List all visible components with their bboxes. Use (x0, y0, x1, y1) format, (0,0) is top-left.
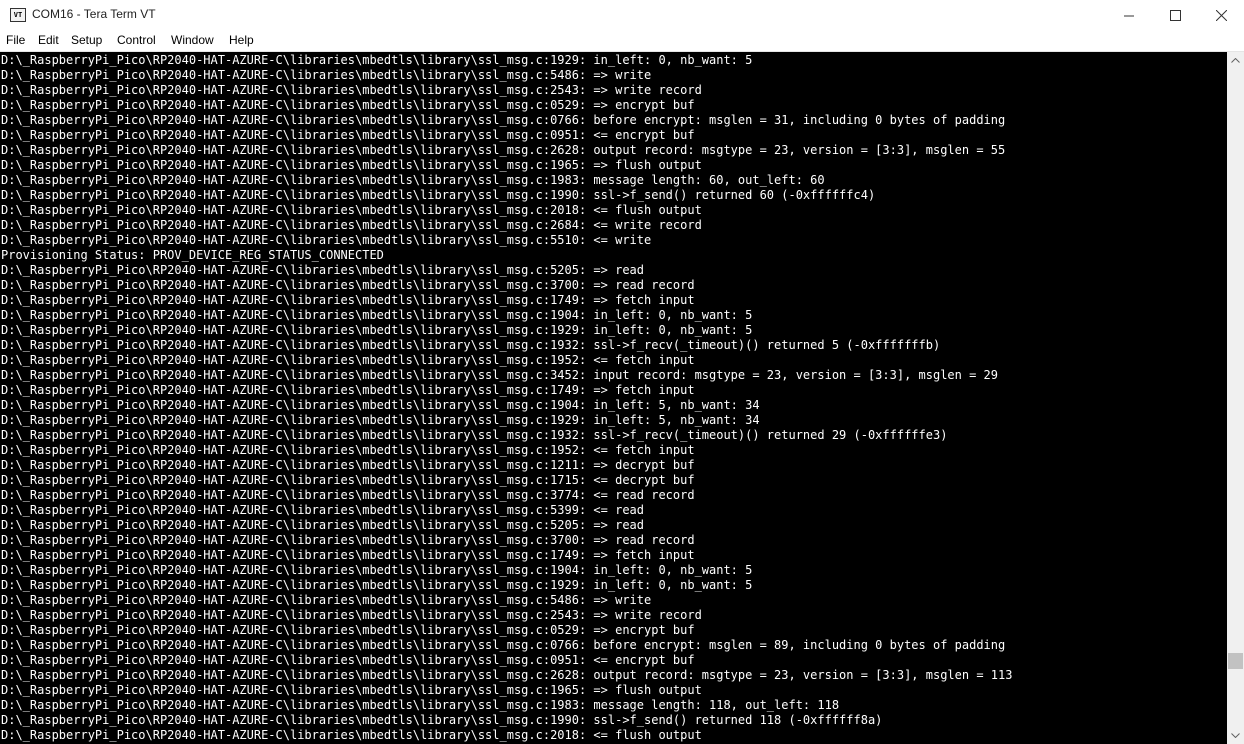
terminal-line: D:\_RaspberryPi_Pico\RP2040-HAT-AZURE-C\… (1, 113, 1006, 127)
terminal-line: D:\_RaspberryPi_Pico\RP2040-HAT-AZURE-C\… (1, 383, 695, 397)
terminal-line: D:\_RaspberryPi_Pico\RP2040-HAT-AZURE-C\… (1, 158, 702, 172)
maximize-icon (1169, 10, 1181, 21)
scroll-thumb[interactable] (1228, 653, 1243, 669)
menu-control[interactable]: Control (117, 33, 156, 47)
terminal-line: D:\_RaspberryPi_Pico\RP2040-HAT-AZURE-C\… (1, 548, 695, 562)
terminal-window: VT COM16 - Tera Term VT File Edit Setup … (0, 0, 1244, 744)
teraterm-app-icon[interactable]: VT (10, 8, 26, 22)
terminal-line: D:\_RaspberryPi_Pico\RP2040-HAT-AZURE-C\… (1, 608, 702, 622)
terminal-line: D:\_RaspberryPi_Pico\RP2040-HAT-AZURE-C\… (1, 443, 695, 457)
terminal-line: D:\_RaspberryPi_Pico\RP2040-HAT-AZURE-C\… (1, 533, 695, 547)
menu-file[interactable]: File (6, 33, 25, 47)
terminal-line: D:\_RaspberryPi_Pico\RP2040-HAT-AZURE-C\… (1, 413, 760, 427)
terminal-line: D:\_RaspberryPi_Pico\RP2040-HAT-AZURE-C\… (1, 128, 695, 142)
terminal-line: Provisioning Status: PROV_DEVICE_REG_STA… (1, 248, 384, 262)
terminal-line: D:\_RaspberryPi_Pico\RP2040-HAT-AZURE-C\… (1, 653, 695, 667)
scroll-up-button[interactable] (1227, 52, 1244, 69)
terminal-line: D:\_RaspberryPi_Pico\RP2040-HAT-AZURE-C\… (1, 518, 644, 532)
terminal-line: D:\_RaspberryPi_Pico\RP2040-HAT-AZURE-C\… (1, 278, 695, 292)
chevron-up-icon (1231, 58, 1240, 63)
terminal-line: D:\_RaspberryPi_Pico\RP2040-HAT-AZURE-C\… (1, 203, 702, 217)
terminal-line: D:\_RaspberryPi_Pico\RP2040-HAT-AZURE-C\… (1, 68, 652, 82)
terminal-line: D:\_RaspberryPi_Pico\RP2040-HAT-AZURE-C\… (1, 593, 652, 607)
terminal-line: D:\_RaspberryPi_Pico\RP2040-HAT-AZURE-C\… (1, 713, 883, 727)
terminal-line: D:\_RaspberryPi_Pico\RP2040-HAT-AZURE-C\… (1, 143, 1006, 157)
terminal-line: D:\_RaspberryPi_Pico\RP2040-HAT-AZURE-C\… (1, 233, 652, 247)
maximize-button[interactable] (1152, 0, 1198, 31)
terminal-line: D:\_RaspberryPi_Pico\RP2040-HAT-AZURE-C\… (1, 263, 644, 277)
terminal-line: D:\_RaspberryPi_Pico\RP2040-HAT-AZURE-C\… (1, 368, 998, 382)
terminal-line: D:\_RaspberryPi_Pico\RP2040-HAT-AZURE-C\… (1, 188, 876, 202)
minimize-icon (1124, 15, 1134, 16)
terminal-line: D:\_RaspberryPi_Pico\RP2040-HAT-AZURE-C\… (1, 338, 941, 352)
close-button[interactable] (1198, 0, 1244, 31)
terminal-output[interactable]: D:\_RaspberryPi_Pico\RP2040-HAT-AZURE-C\… (0, 52, 1227, 744)
terminal-line: D:\_RaspberryPi_Pico\RP2040-HAT-AZURE-C\… (1, 728, 702, 742)
terminal-line: D:\_RaspberryPi_Pico\RP2040-HAT-AZURE-C\… (1, 668, 1013, 682)
terminal-line: D:\_RaspberryPi_Pico\RP2040-HAT-AZURE-C\… (1, 98, 695, 112)
scroll-down-button[interactable] (1227, 727, 1244, 744)
terminal-line: D:\_RaspberryPi_Pico\RP2040-HAT-AZURE-C\… (1, 578, 753, 592)
terminal-line: D:\_RaspberryPi_Pico\RP2040-HAT-AZURE-C\… (1, 173, 825, 187)
menu-edit[interactable]: Edit (38, 33, 59, 47)
menu-bar: File Edit Setup Control Window Help (0, 31, 1244, 52)
close-icon (1215, 10, 1227, 21)
terminal-line: D:\_RaspberryPi_Pico\RP2040-HAT-AZURE-C\… (1, 683, 702, 697)
terminal-line: D:\_RaspberryPi_Pico\RP2040-HAT-AZURE-C\… (1, 488, 695, 502)
terminal-line: D:\_RaspberryPi_Pico\RP2040-HAT-AZURE-C\… (1, 308, 753, 322)
menu-setup[interactable]: Setup (71, 33, 102, 47)
menu-window[interactable]: Window (171, 33, 214, 47)
terminal-line: D:\_RaspberryPi_Pico\RP2040-HAT-AZURE-C\… (1, 218, 702, 232)
terminal-line: D:\_RaspberryPi_Pico\RP2040-HAT-AZURE-C\… (1, 563, 753, 577)
terminal-line: D:\_RaspberryPi_Pico\RP2040-HAT-AZURE-C\… (1, 458, 695, 472)
vertical-scrollbar[interactable] (1227, 52, 1244, 744)
terminal-line: D:\_RaspberryPi_Pico\RP2040-HAT-AZURE-C\… (1, 398, 760, 412)
terminal-line: D:\_RaspberryPi_Pico\RP2040-HAT-AZURE-C\… (1, 53, 753, 67)
terminal-line: D:\_RaspberryPi_Pico\RP2040-HAT-AZURE-C\… (1, 623, 695, 637)
chevron-down-icon (1231, 733, 1240, 738)
terminal-line: D:\_RaspberryPi_Pico\RP2040-HAT-AZURE-C\… (1, 83, 702, 97)
terminal-line: D:\_RaspberryPi_Pico\RP2040-HAT-AZURE-C\… (1, 698, 840, 712)
terminal-line: D:\_RaspberryPi_Pico\RP2040-HAT-AZURE-C\… (1, 638, 1006, 652)
terminal-line: D:\_RaspberryPi_Pico\RP2040-HAT-AZURE-C\… (1, 293, 695, 307)
terminal-line: D:\_RaspberryPi_Pico\RP2040-HAT-AZURE-C\… (1, 428, 948, 442)
window-title: COM16 - Tera Term VT (32, 7, 156, 21)
terminal-line: D:\_RaspberryPi_Pico\RP2040-HAT-AZURE-C\… (1, 353, 695, 367)
title-bar[interactable]: VT COM16 - Tera Term VT (0, 0, 1244, 31)
minimize-button[interactable] (1106, 0, 1152, 31)
terminal-line: D:\_RaspberryPi_Pico\RP2040-HAT-AZURE-C\… (1, 323, 753, 337)
terminal-line: D:\_RaspberryPi_Pico\RP2040-HAT-AZURE-C\… (1, 473, 695, 487)
menu-help[interactable]: Help (229, 33, 254, 47)
terminal-line: D:\_RaspberryPi_Pico\RP2040-HAT-AZURE-C\… (1, 503, 644, 517)
